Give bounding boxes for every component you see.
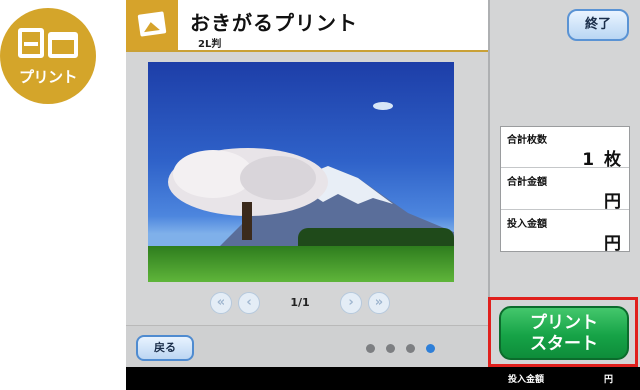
main-screen: おきがるプリント 2L判 « ‹ 1/1 › » 戻る 終了 合計枚数 1 枚 … [126, 0, 640, 390]
print-start-button[interactable]: プリント スタート [499, 306, 629, 360]
summary-row-count: 合計枚数 1 枚 [501, 127, 629, 170]
step-dot-active [426, 344, 435, 353]
step-dot [386, 344, 395, 353]
print-start-highlight: プリント スタート [488, 297, 638, 367]
title-bar: おきがるプリント 2L判 [126, 0, 488, 52]
double-chevron-right-icon[interactable]: » [368, 292, 390, 314]
cherry-tree-graphic [168, 148, 328, 240]
print-size-label: 2L判 [198, 39, 222, 50]
logo-shape-right [48, 32, 78, 58]
summary-value: 円 [604, 234, 623, 254]
print-logo-icon [18, 28, 78, 62]
step-dot [406, 344, 415, 353]
grass-field [148, 246, 454, 282]
back-button[interactable]: 戻る [136, 335, 194, 361]
logo-text: プリント [18, 68, 78, 86]
summary-row-total: 合計金額 円 [501, 169, 629, 212]
end-button[interactable]: 終了 [567, 9, 629, 41]
summary-label: 合計金額 [507, 177, 547, 188]
chevron-left-icon[interactable]: ‹ [238, 292, 260, 314]
page-navigation: « ‹ 1/1 › » [210, 292, 390, 316]
summary-label: 投入金額 [507, 219, 547, 230]
summary-value: 円 [604, 192, 623, 212]
print-start-label-2: スタート [530, 334, 598, 354]
photo-preview [148, 62, 454, 282]
bottom-bar: 戻る [126, 325, 488, 367]
summary-label: 合計枚数 [507, 135, 547, 146]
step-indicator [366, 344, 446, 354]
print-start-label-1: プリント [530, 313, 598, 333]
page-title: おきがるプリント [190, 11, 358, 35]
summary-value: 1 枚 [582, 150, 623, 170]
footer-inserted-label: 投入金額 [508, 375, 545, 385]
print-logo: プリント [0, 8, 96, 104]
double-chevron-left-icon[interactable]: « [210, 292, 232, 314]
logo-shape-left [18, 28, 44, 58]
step-dot [366, 344, 375, 353]
summary-row-inserted: 投入金額 円 [501, 211, 629, 254]
status-footer: 投入金額 円 [126, 367, 640, 390]
footer-inserted-unit: 円 [604, 375, 614, 385]
kiosk-root: プリント おきがるプリント 2L判 « ‹ 1/1 › » 戻る 終了 合計枚数… [0, 0, 640, 390]
order-summary: 合計枚数 1 枚 合計金額 円 投入金額 円 [500, 126, 630, 254]
photo-icon [126, 0, 178, 50]
page-indicator: 1/1 [290, 296, 310, 309]
cloud [373, 102, 393, 110]
chevron-right-icon[interactable]: › [340, 292, 362, 314]
